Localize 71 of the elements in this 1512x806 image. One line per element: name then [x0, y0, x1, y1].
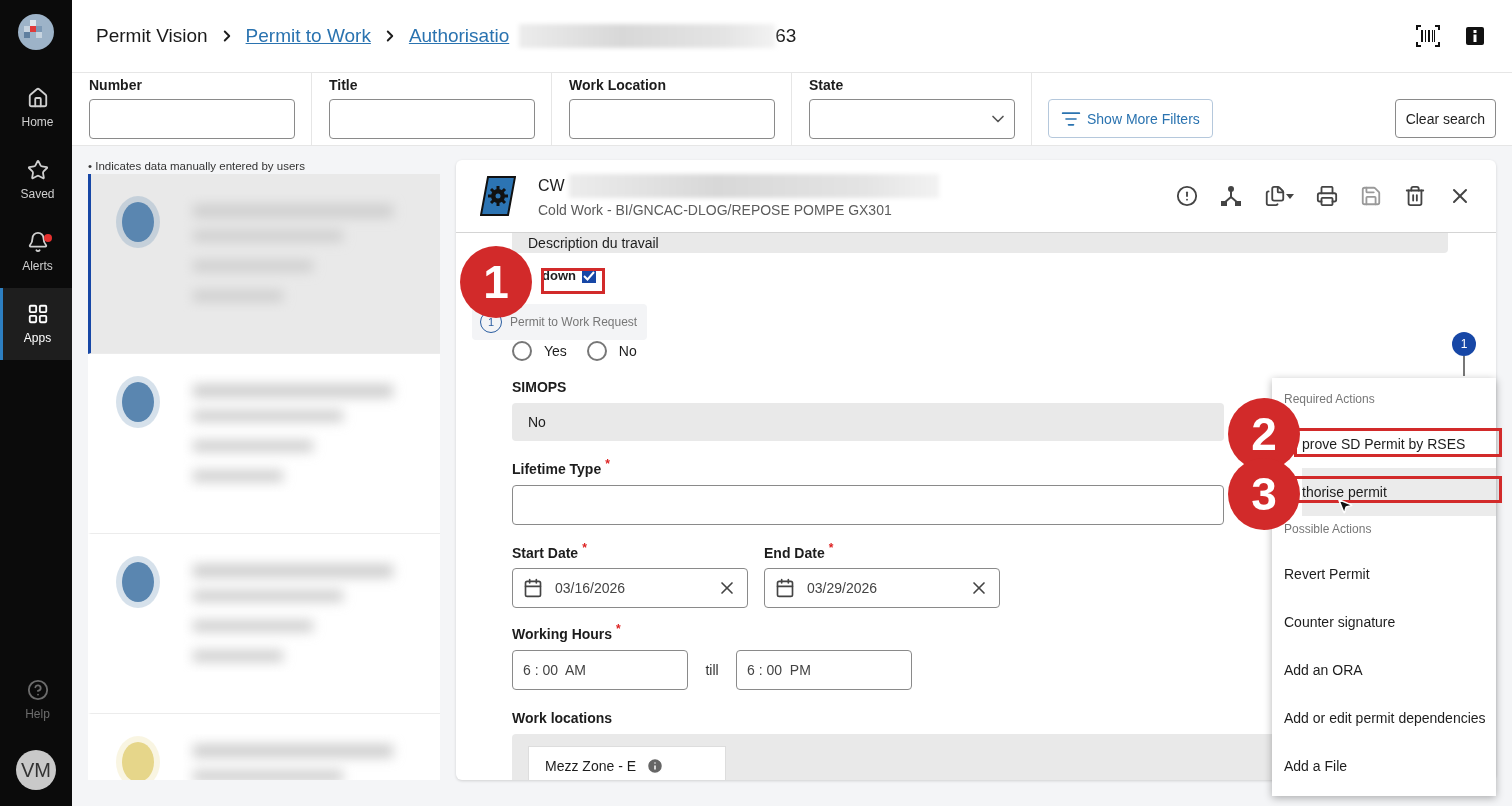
- record-title: CW: [538, 177, 565, 195]
- select-field[interactable]: [809, 99, 1015, 139]
- radio-option[interactable]: Yes: [512, 341, 567, 361]
- toolbar-button[interactable]: [1220, 185, 1242, 207]
- step-marker[interactable]: 1: [1452, 332, 1476, 356]
- nav-item[interactable]: Saved: [0, 144, 72, 216]
- calendar-icon: [775, 578, 795, 599]
- input-field[interactable]: [569, 99, 775, 139]
- bell-icon: [26, 231, 49, 253]
- menu-item[interactable]: Revert Permit: [1272, 550, 1496, 598]
- input-field[interactable]: [512, 484, 1224, 525]
- field-label: Start Date $^{*}$: [512, 540, 587, 561]
- field-label: End Date $^{*}$: [764, 540, 834, 561]
- calendar-icon: [523, 578, 543, 599]
- print-icon: [1316, 185, 1338, 207]
- description-field[interactable]: Description du travail: [512, 233, 1448, 253]
- filter-label: Title: [329, 77, 358, 93]
- toolbar-button[interactable]: [1176, 185, 1198, 207]
- fork-icon: [1220, 185, 1242, 207]
- filter-label: Number: [89, 77, 142, 93]
- till-label: till: [704, 661, 720, 678]
- highlight-frame: [541, 268, 605, 294]
- user-avatar[interactable]: VM: [16, 750, 56, 790]
- filter-label: Work Location: [569, 77, 666, 93]
- field-label: SIMOPS: [512, 379, 567, 395]
- time-field[interactable]: 6 : 00 PM: [736, 649, 912, 690]
- apps-icon: [26, 303, 49, 325]
- save-icon: [1360, 185, 1382, 207]
- nav-item[interactable]: Apps: [0, 288, 72, 360]
- menu-item[interactable]: Add an ORA: [1272, 646, 1496, 694]
- gear-badge-icon: [480, 175, 516, 217]
- list-card[interactable]: [88, 174, 440, 354]
- input-field[interactable]: [329, 99, 535, 139]
- field-label: Lifetime Type $^{*}$: [512, 457, 610, 477]
- copy-dropdown-icon: [1264, 185, 1294, 207]
- radio-option[interactable]: No: [586, 341, 637, 361]
- info-icon[interactable]: [1466, 27, 1484, 45]
- trash-icon: [1404, 185, 1426, 207]
- star-icon: [26, 159, 49, 181]
- time-field[interactable]: 6 : 00 AM: [512, 649, 688, 690]
- toolbar-button[interactable]: [1404, 185, 1426, 207]
- alert-icon: [1176, 185, 1198, 207]
- toolbar-button[interactable]: [1264, 185, 1294, 207]
- barcode-icon[interactable]: [1416, 25, 1440, 47]
- breadcrumb-text: 63: [775, 25, 797, 47]
- app-title: Permit Vision: [96, 25, 208, 47]
- field-label: Working Hours $^{*}$: [512, 622, 621, 642]
- date-field[interactable]: 03/29/2026: [764, 568, 1000, 609]
- help-icon: [26, 679, 49, 701]
- logo-icon: [18, 14, 54, 50]
- input-field[interactable]: [89, 99, 295, 139]
- breadcrumb-link[interactable]: Permit to Work: [245, 25, 371, 47]
- field-label: Work locations: [512, 709, 613, 726]
- breadcrumb-link[interactable]: Authorisatio: [408, 25, 510, 47]
- menu-item[interactable]: Add a File: [1272, 742, 1496, 790]
- list-note: • Indicates data manually entered by users: [88, 160, 305, 172]
- select-field[interactable]: No: [512, 403, 1224, 441]
- filter-label: State: [809, 77, 844, 93]
- record-subtitle: Cold Work - BI/GNCAC-DLOG/REPOSE POMPE GX301: [538, 202, 893, 218]
- date-field[interactable]: 03/16/2026: [512, 568, 748, 609]
- menu-item[interactable]: Add or edit permit dependencies: [1272, 694, 1496, 742]
- show-more-filters-button[interactable]: Show More Filters: [1048, 99, 1213, 138]
- location-card[interactable]: Mezz Zone - E: [528, 745, 726, 780]
- clear-search-button[interactable]: Clear search: [1394, 99, 1496, 138]
- toolbar-button[interactable]: [1316, 185, 1338, 207]
- checkbox-label: down: [542, 268, 576, 283]
- info-icon: [646, 756, 665, 775]
- nav-item[interactable]: Alerts: [0, 216, 72, 288]
- nav-item[interactable]: Home: [0, 72, 72, 144]
- home-icon: [26, 87, 49, 109]
- menu-item[interactable]: Counter signature: [1272, 598, 1496, 646]
